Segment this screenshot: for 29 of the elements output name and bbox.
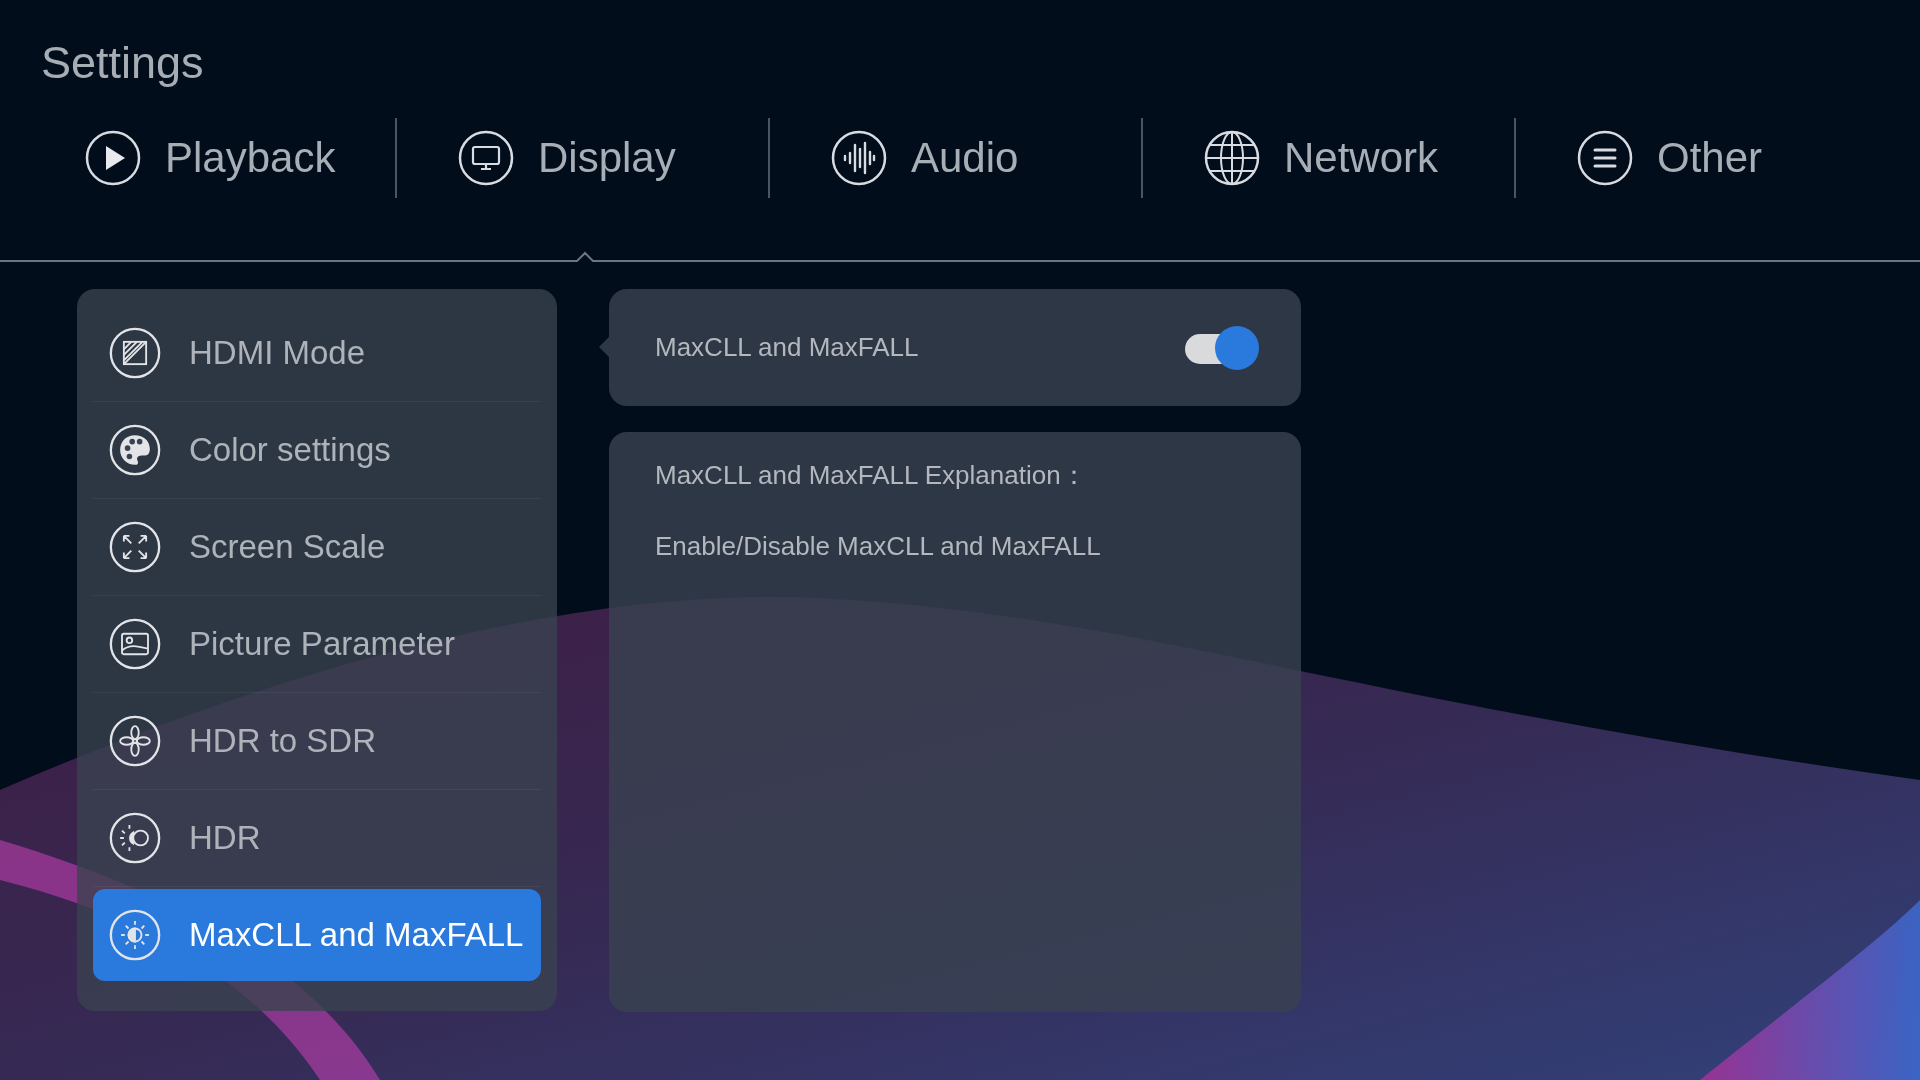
tab[interactable]: Network (1143, 118, 1516, 260)
tab[interactable]: Audio (770, 118, 1143, 260)
explanation-heading: MaxCLL and MaxFALL Explanation： (655, 459, 1088, 492)
sun-circle-icon (109, 812, 161, 864)
setting-label: MaxCLL and MaxFALL (655, 332, 919, 363)
square-hatch-icon (109, 327, 161, 379)
monitor-icon (458, 130, 514, 186)
image-icon (109, 618, 161, 670)
menu-item[interactable]: Color settings (93, 402, 541, 499)
globe-icon (1204, 130, 1260, 186)
toggle-switch[interactable] (1183, 324, 1259, 371)
play-icon (85, 130, 141, 186)
expand-arrows-icon (109, 521, 161, 573)
menu-item[interactable]: HDR to SDR (93, 693, 541, 790)
menu-icon (1577, 130, 1633, 186)
menu-item[interactable]: Screen Scale (93, 499, 541, 596)
tab[interactable]: Playback (24, 118, 397, 260)
menu-item[interactable]: HDMI Mode (93, 305, 541, 402)
flower-icon (109, 715, 161, 767)
sound-wave-icon (831, 130, 887, 186)
brightness-icon (109, 909, 161, 961)
palette-icon (109, 424, 161, 476)
menu-item[interactable]: Picture Parameter (93, 596, 541, 693)
page-title: Settings (40, 36, 205, 88)
tab[interactable]: Other (1516, 118, 1889, 260)
explanation-text: Enable/Disable MaxCLL and MaxFALL (655, 531, 1102, 562)
menu-item[interactable]: HDR (93, 790, 541, 887)
menu-item[interactable]: MaxCLL and MaxFALL (93, 889, 541, 981)
tab[interactable]: Display (397, 118, 770, 260)
